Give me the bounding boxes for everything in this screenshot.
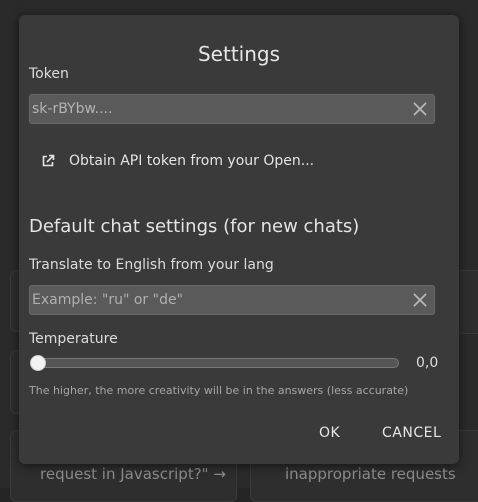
translate-input[interactable] — [32, 286, 402, 314]
close-icon — [413, 293, 427, 307]
obtain-api-token-link[interactable]: Obtain API token from your Open... — [41, 151, 314, 171]
obtain-api-token-label: Obtain API token from your Open... — [69, 153, 315, 169]
clear-translate-button[interactable] — [410, 290, 430, 310]
temperature-label: Temperature — [29, 331, 118, 347]
temperature-slider-track[interactable] — [37, 358, 399, 368]
background-card-text: inappropriate requests — [285, 465, 456, 483]
clear-token-button[interactable] — [410, 99, 430, 119]
temperature-hint: The higher, the more creativity will be … — [29, 384, 409, 397]
temperature-value: 0,0 — [416, 355, 439, 371]
cancel-button[interactable]: CANCEL — [382, 422, 441, 444]
temperature-slider-thumb[interactable] — [30, 355, 46, 371]
default-chat-settings-heading: Default chat settings (for new chats) — [29, 216, 360, 237]
token-input[interactable] — [32, 95, 402, 123]
ok-button[interactable]: OK — [319, 422, 340, 444]
translate-field-container — [29, 285, 435, 315]
token-label: Token — [29, 66, 69, 82]
token-field-container — [29, 94, 435, 124]
dialog-title: Settings — [197, 42, 281, 66]
external-link-icon — [42, 154, 55, 167]
translate-label: Translate to English from your lang — [29, 257, 274, 273]
close-icon — [413, 102, 427, 116]
settings-dialog: Settings Token Obtain API token from you… — [19, 15, 459, 464]
background-card — [456, 270, 478, 334]
background-card-text: request in Javascript?" → — [40, 465, 226, 483]
